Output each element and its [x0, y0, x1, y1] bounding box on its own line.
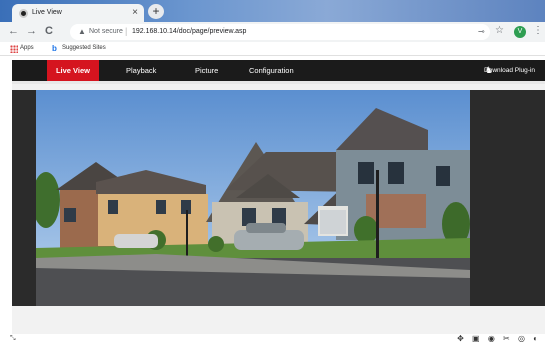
- star-icon[interactable]: ☆: [495, 25, 504, 36]
- bing-icon: b: [52, 44, 57, 53]
- forward-arrow-icon[interactable]: →: [26, 25, 37, 37]
- nav-picture[interactable]: Picture: [195, 60, 218, 81]
- profile-avatar[interactable]: V: [514, 26, 526, 38]
- nav-playback[interactable]: Playback: [126, 60, 156, 81]
- download-plugin-link[interactable]: Download Plug-in: [484, 60, 535, 81]
- bookmarks-bar: Apps b Suggested Sites: [0, 42, 545, 56]
- corner-resize-icon[interactable]: ⤡: [10, 335, 16, 343]
- tab-close-button[interactable]: ×: [132, 7, 138, 18]
- warning-triangle-icon: ▲: [78, 27, 86, 36]
- camera-favicon-icon: [19, 9, 28, 18]
- tab-live-view[interactable]: Live View ×: [12, 4, 144, 22]
- browser-menu-icon[interactable]: ⋮: [533, 25, 543, 36]
- new-tab-button[interactable]: +: [148, 4, 164, 19]
- camera-feed-image: [36, 90, 470, 306]
- reload-icon[interactable]: C: [45, 25, 53, 37]
- nav-live-view[interactable]: Live View: [47, 60, 99, 81]
- video-window[interactable]: [12, 90, 545, 306]
- nav-configuration[interactable]: Configuration: [249, 60, 294, 81]
- key-icon[interactable]: ⊸: [478, 27, 485, 36]
- preview-tool-icons[interactable]: ✥ ▣ ◉ ✂ ◎ ◐: [457, 334, 541, 343]
- not-secure-label: Not secure: [89, 28, 123, 35]
- bookmark-apps[interactable]: Apps: [20, 45, 34, 51]
- url-text: 192.168.10.14/doc/page/preview.asp: [132, 28, 247, 35]
- url-input[interactable]: ▲ Not secure | 192.168.10.14/doc/page/pr…: [70, 24, 490, 40]
- browser-tab-strip: Live View × +: [0, 0, 545, 22]
- bottom-toolbar: ⤡ ✥ ▣ ◉ ✂ ◎ ◐: [0, 334, 545, 344]
- bookmark-suggested-sites[interactable]: Suggested Sites: [62, 45, 106, 51]
- back-arrow-icon[interactable]: ←: [8, 25, 19, 37]
- url-separator: |: [125, 26, 128, 36]
- apps-grid-icon[interactable]: [10, 45, 18, 53]
- tab-title: Live View: [32, 9, 62, 16]
- address-bar: ← → C ▲ Not secure | 192.168.10.14/doc/p…: [0, 22, 545, 42]
- app-nav-bar: Live View Playback Picture Configuration…: [12, 60, 545, 81]
